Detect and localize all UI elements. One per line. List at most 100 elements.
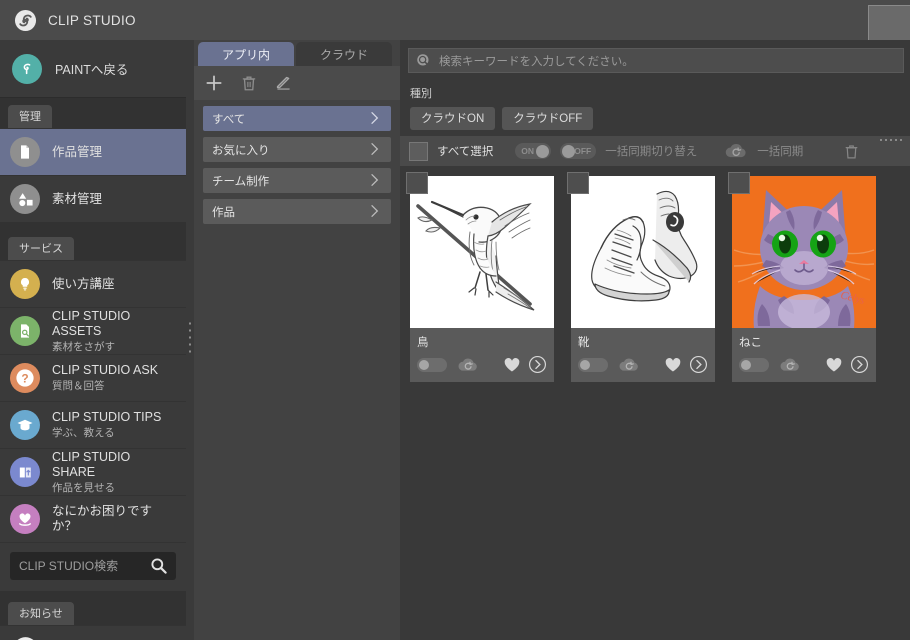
sidebar-item-tips[interactable]: CLIP STUDIO TIPS 学ぶ、教える xyxy=(0,401,186,448)
category-panel: アプリ内 クラウド すべて お気に入り チーム制作 作品 xyxy=(194,40,400,640)
chevron-right-icon xyxy=(371,112,379,124)
clip-studio-spiral-logo xyxy=(14,9,37,31)
card-sync-toggle[interactable] xyxy=(739,357,769,372)
card-checkbox[interactable] xyxy=(406,172,428,194)
category-item-works[interactable]: 作品 xyxy=(203,199,391,224)
chevron-right-circle-icon[interactable] xyxy=(528,355,547,374)
keyword-search-box[interactable]: 検索キーワードを入力してください。 xyxy=(408,48,904,73)
cloud-sync-icon[interactable] xyxy=(723,141,749,161)
category-item-all[interactable]: すべて xyxy=(203,106,391,131)
card-checkbox[interactable] xyxy=(567,172,589,194)
toggle-knob xyxy=(562,144,576,158)
sidebar-item-ask[interactable]: ? CLIP STUDIO ASK 質問＆回答 xyxy=(0,354,186,401)
work-card[interactable]: Celys ねこ xyxy=(728,172,876,382)
chevron-right-circle-icon[interactable] xyxy=(689,355,708,374)
section-label-news: お知らせ xyxy=(8,602,74,625)
card-title: ねこ xyxy=(739,337,762,349)
category-toolbar xyxy=(194,66,400,100)
window-control-button[interactable] xyxy=(868,5,910,41)
edit-icon[interactable] xyxy=(274,74,293,93)
toggle-on-label: ON xyxy=(521,146,534,156)
sidebar-section-management: 管理 作品管理 素材管理 xyxy=(0,98,186,222)
category-label: チーム制作 xyxy=(212,175,270,188)
toggle-knob xyxy=(536,144,550,158)
category-label: すべて xyxy=(212,113,246,126)
assets-search-doc-icon xyxy=(10,316,40,346)
chip-cloud-off[interactable]: クラウドOFF xyxy=(502,107,594,130)
toggle-off-label: OFF xyxy=(574,146,592,156)
clip-studio-spiral-logo xyxy=(10,634,40,640)
tab-in-app[interactable]: アプリ内 xyxy=(198,42,295,66)
bulk-sync-off-toggle[interactable]: OFF xyxy=(560,143,597,159)
search-icon[interactable] xyxy=(149,556,168,575)
sidebar-item-label: CLIP STUDIO ASK xyxy=(52,363,159,378)
sidebar-search-box[interactable] xyxy=(10,552,176,580)
card-controls xyxy=(578,355,708,374)
title-bar: CLIP STUDIO xyxy=(0,0,910,41)
sidebar-item-label: CLIP STUDIO SHARE xyxy=(52,450,131,479)
sidebar-item-sozai-kanri[interactable]: 素材管理 xyxy=(0,175,186,222)
work-card[interactable]: 鳥 xyxy=(406,172,554,382)
trash-icon[interactable] xyxy=(843,142,860,161)
sidebar-search-container xyxy=(0,542,186,591)
selection-toolbar: すべて選択 ON OFF 一括同期切り替え 一括同期 xyxy=(400,136,910,166)
heart-hand-icon xyxy=(10,504,40,534)
sidebar-item-paint-back[interactable]: PAINTへ戻る xyxy=(0,40,186,98)
card-sync-toggle[interactable] xyxy=(417,357,447,372)
category-label: お気に入り xyxy=(212,144,270,157)
card-sync-toggle[interactable] xyxy=(578,357,608,372)
sidebar-item-sakuhin-kanri[interactable]: 作品管理 xyxy=(0,128,186,175)
work-card[interactable]: 靴 xyxy=(567,172,715,382)
heart-icon[interactable] xyxy=(664,357,682,373)
delete-icon[interactable] xyxy=(240,74,258,92)
category-item-favorites[interactable]: お気に入り xyxy=(203,137,391,162)
card-footer: 鳥 xyxy=(410,328,554,382)
card-title: 靴 xyxy=(578,337,590,349)
filter-chips: クラウドON クラウドOFF xyxy=(410,107,910,130)
chevron-right-circle-icon[interactable] xyxy=(850,355,869,374)
sneakers-pencil-sketch xyxy=(571,176,715,328)
search-input[interactable] xyxy=(19,559,151,573)
card-controls xyxy=(739,355,869,374)
hummingbird-pencil-sketch xyxy=(410,176,554,328)
bulk-sync-on-toggle[interactable]: ON xyxy=(515,143,552,159)
sidebar-item-news[interactable]: 新着・おすすめ情報 xyxy=(0,625,186,640)
select-all-label: すべて選択 xyxy=(437,146,494,158)
sidebar-item-support[interactable]: なにかお困りですか？ xyxy=(0,495,186,542)
shapes-material-icon xyxy=(10,184,40,214)
cloud-sync-icon[interactable] xyxy=(778,356,802,374)
heart-icon[interactable] xyxy=(503,357,521,373)
category-item-team[interactable]: チーム制作 xyxy=(203,168,391,193)
work-card-grid: 鳥 靴 Celys ねこ xyxy=(400,166,910,382)
add-icon[interactable] xyxy=(204,73,224,93)
clip-studio-paint-icon xyxy=(12,53,42,84)
bulk-sync-label: 一括同期 xyxy=(757,146,804,158)
sidebar-item-label: なにかお困りですか？ xyxy=(52,504,153,533)
chevron-right-icon xyxy=(371,205,379,217)
select-all-checkbox[interactable] xyxy=(409,141,428,161)
sidebar-splitter[interactable] xyxy=(186,40,194,640)
chip-cloud-on[interactable]: クラウドON xyxy=(410,107,496,130)
card-footer: ねこ xyxy=(732,328,876,382)
heart-icon[interactable] xyxy=(825,357,843,373)
sidebar-item-label: 素材管理 xyxy=(52,191,103,206)
category-label: 作品 xyxy=(212,206,235,219)
search-row: 検索キーワードを入力してください。 xyxy=(400,40,910,76)
sidebar-item-assets[interactable]: CLIP STUDIO ASSETS 素材をさがす xyxy=(0,307,186,354)
toggle-knob xyxy=(741,359,751,370)
graduation-cap-icon xyxy=(10,410,40,440)
sidebar-gap xyxy=(0,222,186,230)
paint-back-label: PAINTへ戻る xyxy=(55,63,129,77)
chevron-right-icon xyxy=(371,174,379,186)
filter-label: 種別 xyxy=(410,88,432,100)
sidebar-item-share[interactable]: CLIP STUDIO SHARE 作品を見せる xyxy=(0,448,186,495)
document-icon xyxy=(10,137,40,167)
tab-cloud[interactable]: クラウド xyxy=(296,42,393,66)
cloud-sync-icon[interactable] xyxy=(456,356,480,374)
card-footer: 靴 xyxy=(571,328,715,382)
sidebar-item-tsukaikata[interactable]: 使い方講座 xyxy=(0,260,186,307)
card-checkbox[interactable] xyxy=(728,172,750,194)
cloud-sync-icon[interactable] xyxy=(617,356,641,374)
card-thumbnail xyxy=(571,176,715,328)
chevron-right-icon xyxy=(371,143,379,155)
